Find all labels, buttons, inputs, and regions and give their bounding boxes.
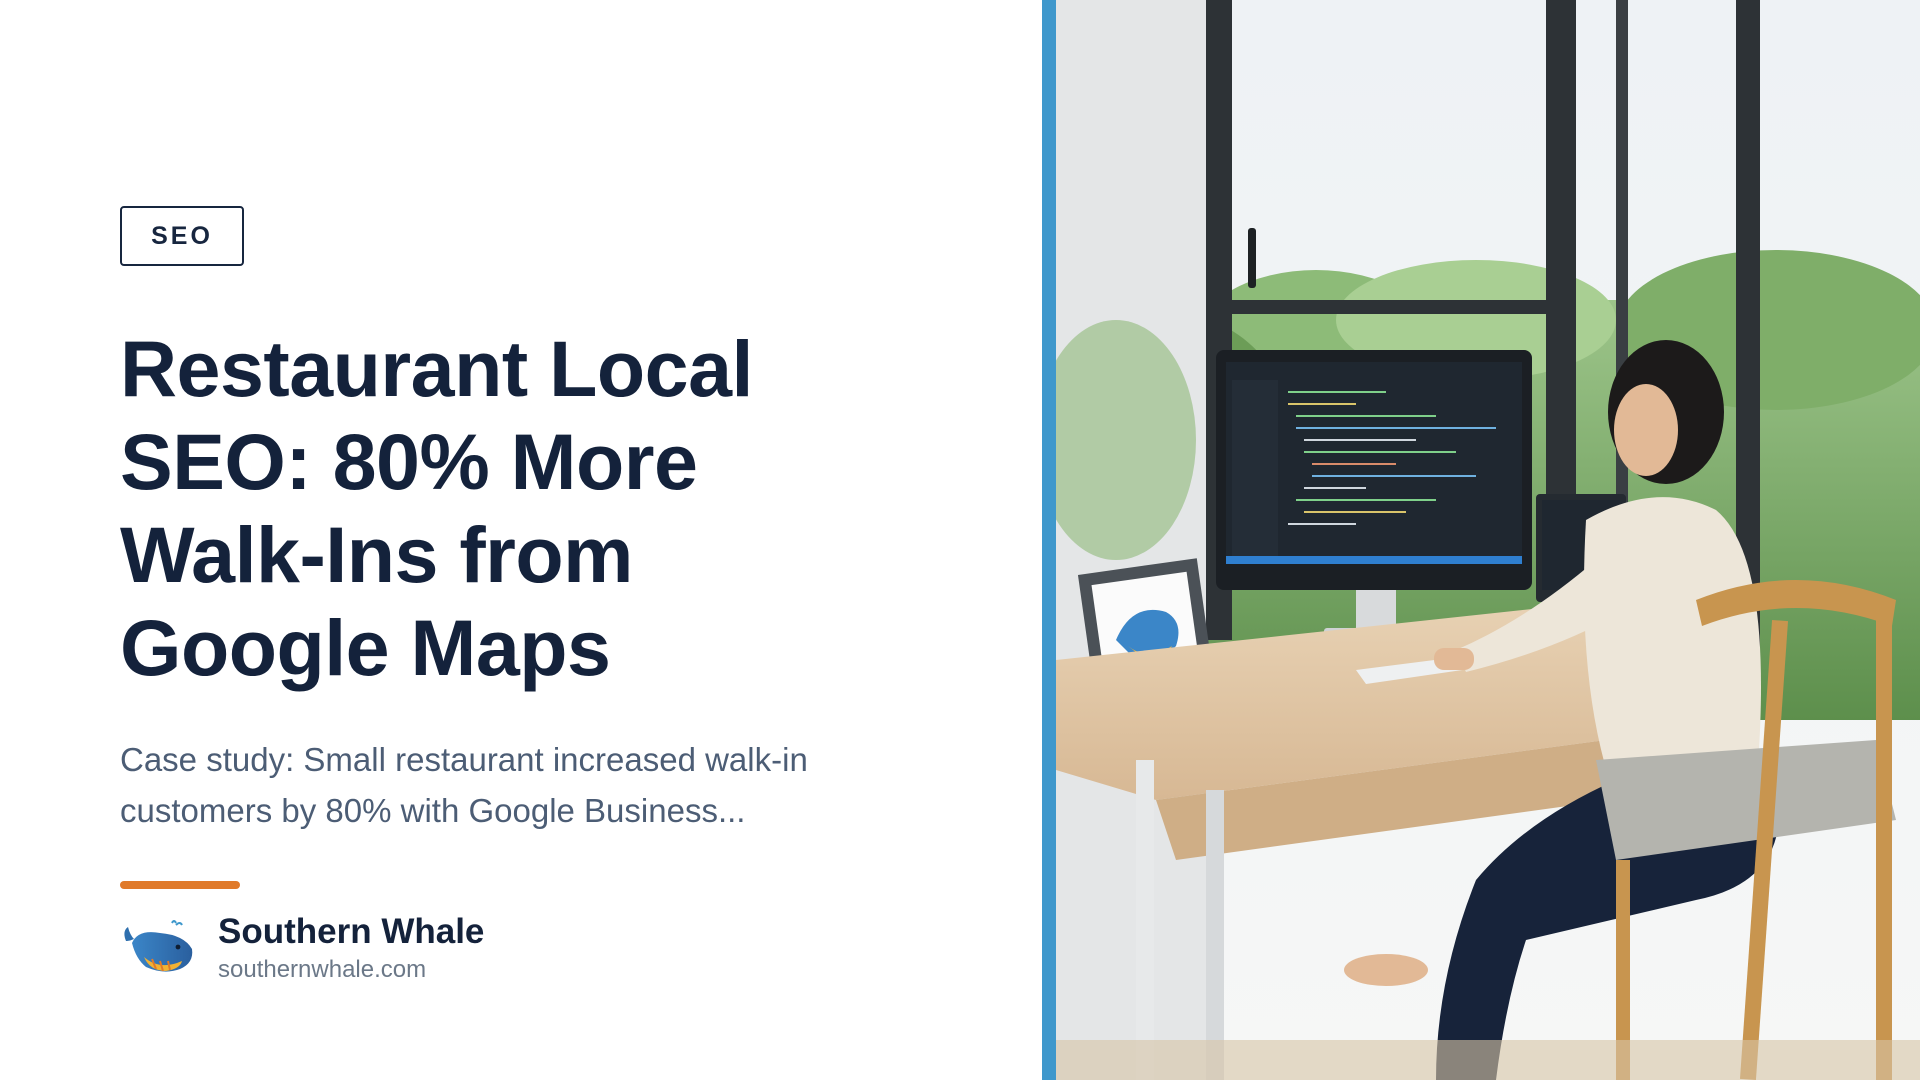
accent-bar bbox=[120, 881, 240, 889]
hero-photo bbox=[1056, 0, 1920, 1080]
hero-photo-illustration bbox=[1056, 0, 1920, 1080]
category-tag[interactable]: SEO bbox=[120, 206, 244, 266]
text-panel: SEO Restaurant Local SEO: 80% More Walk-… bbox=[0, 0, 1042, 1080]
article-title: Restaurant Local SEO: 80% More Walk-Ins … bbox=[120, 324, 753, 692]
brand-url[interactable]: southernwhale.com bbox=[218, 953, 484, 987]
brand-name: Southern Whale bbox=[218, 912, 485, 951]
panel-divider bbox=[1042, 0, 1056, 1080]
article-description: Case study: Small restaurant increased w… bbox=[120, 741, 808, 829]
whale-logo-icon bbox=[124, 920, 193, 972]
featured-card: SEO Restaurant Local SEO: 80% More Walk-… bbox=[0, 0, 1920, 1080]
brand-block: Southern Whale southernwhale.com bbox=[120, 904, 484, 994]
